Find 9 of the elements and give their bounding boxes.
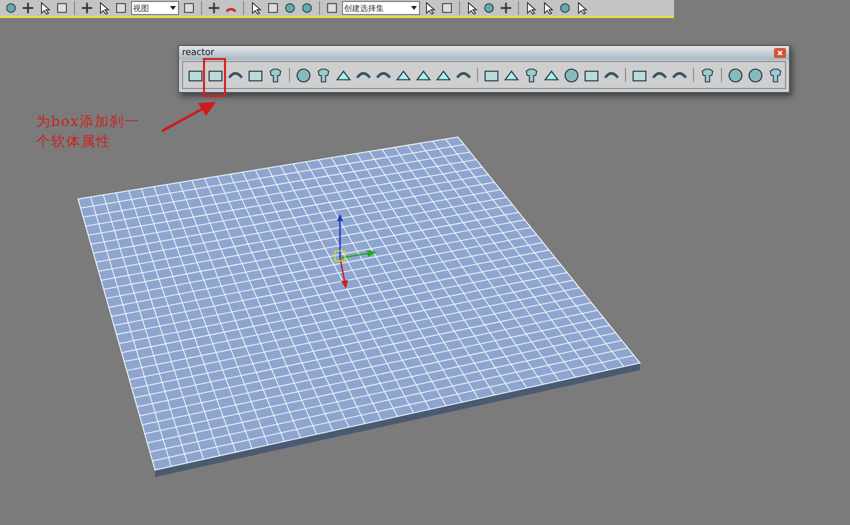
annotation-text: 个软体属性: [36, 133, 112, 152]
close-icon[interactable]: [774, 48, 786, 58]
caret-icon: [410, 4, 418, 12]
view-dropdown[interactable]: 视图: [131, 1, 179, 15]
annotation-text: 为box添加刹一: [36, 113, 140, 132]
window-title: reactor: [182, 48, 214, 58]
selection-set-dropdown[interactable]: 创建选择集: [342, 1, 420, 15]
caret-icon: [169, 4, 177, 12]
highlight-frame: [203, 58, 226, 97]
